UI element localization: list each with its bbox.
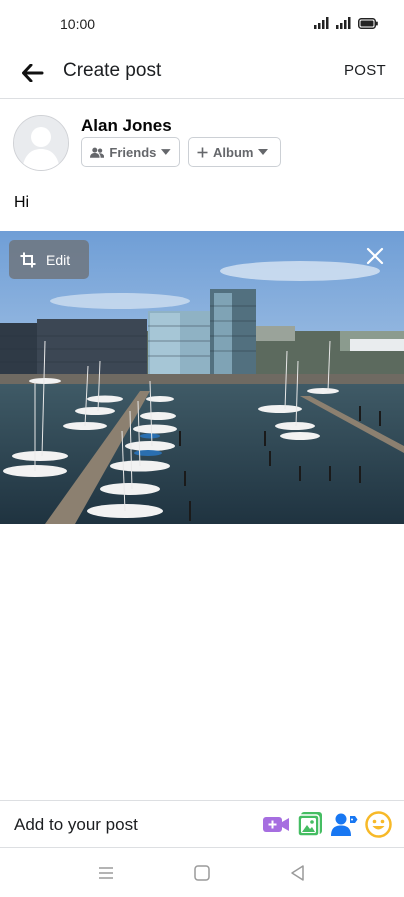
tag-people-icon	[331, 813, 358, 836]
author-name: Alan Jones	[81, 116, 172, 135]
default-avatar-icon	[14, 116, 68, 170]
add-to-post-label: Add to your post	[14, 815, 138, 834]
home-icon[interactable]	[192, 863, 212, 883]
author-row: Alan Jones Friends Album	[0, 112, 404, 172]
album-selector[interactable]: Album	[188, 137, 281, 167]
photo-video-button[interactable]	[296, 810, 324, 838]
menu-icon[interactable]	[96, 863, 116, 883]
crop-icon	[20, 252, 36, 267]
audience-selector[interactable]: Friends	[81, 137, 180, 167]
tag-people-button[interactable]	[330, 810, 358, 838]
battery-icon	[358, 17, 378, 29]
app-bar: Create post POST	[0, 50, 404, 99]
album-label: Album	[213, 144, 254, 160]
system-nav-bar	[0, 848, 404, 897]
back-nav-icon[interactable]	[288, 863, 308, 883]
audience-label: Friends	[109, 144, 157, 160]
add-to-post-bar[interactable]: Add to your post	[0, 800, 404, 848]
avatar[interactable]	[13, 115, 69, 171]
post-text-input[interactable]: Hi	[14, 194, 29, 212]
live-video-button[interactable]	[262, 810, 290, 838]
back-arrow-icon	[22, 64, 44, 82]
live-video-icon	[263, 817, 289, 832]
attached-photo[interactable]: Edit	[0, 231, 404, 524]
plus-icon	[197, 147, 208, 157]
edit-label: Edit	[46, 251, 71, 268]
post-button[interactable]: POST	[344, 62, 386, 79]
status-icons	[314, 17, 378, 29]
photo-icon	[297, 812, 322, 837]
remove-photo-icon[interactable]	[365, 246, 385, 266]
friends-icon	[90, 147, 105, 158]
back-button[interactable]	[20, 60, 46, 86]
status-bar: 10:00	[0, 0, 404, 50]
add-to-post-icons	[262, 810, 392, 838]
signal-icon	[314, 17, 329, 29]
status-time: 10:00	[60, 16, 96, 32]
smiley-icon	[364, 810, 392, 838]
feeling-activity-button[interactable]	[364, 810, 392, 838]
caret-down-icon	[258, 149, 269, 155]
caret-down-icon	[161, 149, 171, 155]
edit-photo-button[interactable]: Edit	[9, 240, 89, 279]
signal-icon-2	[336, 17, 351, 29]
page-title: Create post	[63, 60, 162, 81]
